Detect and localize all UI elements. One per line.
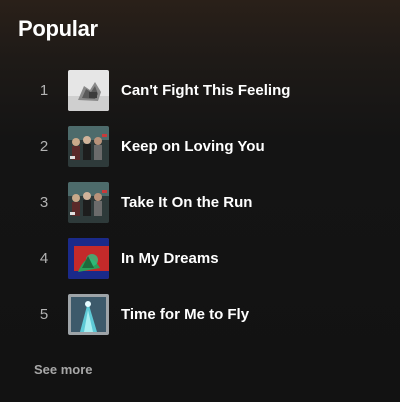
track-number: 4 (39, 249, 49, 267)
track-row[interactable]: 5 Time for Me to Fly (0, 286, 400, 342)
section-title: Popular (18, 16, 98, 41)
track-row[interactable]: 3 Take It On the Run (0, 174, 400, 230)
track-number: 3 (39, 193, 49, 211)
track-row[interactable]: 4 In My Dreams (0, 230, 400, 286)
album-cover-band-photo (68, 126, 109, 167)
album-cover-silver (68, 70, 109, 111)
track-row[interactable]: 2 Keep on Loving You (0, 118, 400, 174)
album-cover-cyan-art (68, 294, 109, 335)
track-title[interactable]: In My Dreams (121, 250, 219, 267)
track-title[interactable]: Time for Me to Fly (121, 306, 249, 323)
see-more-button[interactable]: See more (34, 362, 93, 377)
track-title[interactable]: Take It On the Run (121, 194, 252, 211)
track-list: 1 Can't Fight This Feeling 2 Keep on Lov… (0, 62, 400, 342)
track-title[interactable]: Can't Fight This Feeling (121, 82, 290, 99)
track-number: 1 (39, 81, 49, 99)
track-number: 2 (39, 137, 49, 155)
album-cover-red-blue-art (68, 238, 109, 279)
album-cover-band-photo (68, 182, 109, 223)
track-title[interactable]: Keep on Loving You (121, 138, 265, 155)
track-number: 5 (39, 305, 49, 323)
track-row[interactable]: 1 Can't Fight This Feeling (0, 62, 400, 118)
